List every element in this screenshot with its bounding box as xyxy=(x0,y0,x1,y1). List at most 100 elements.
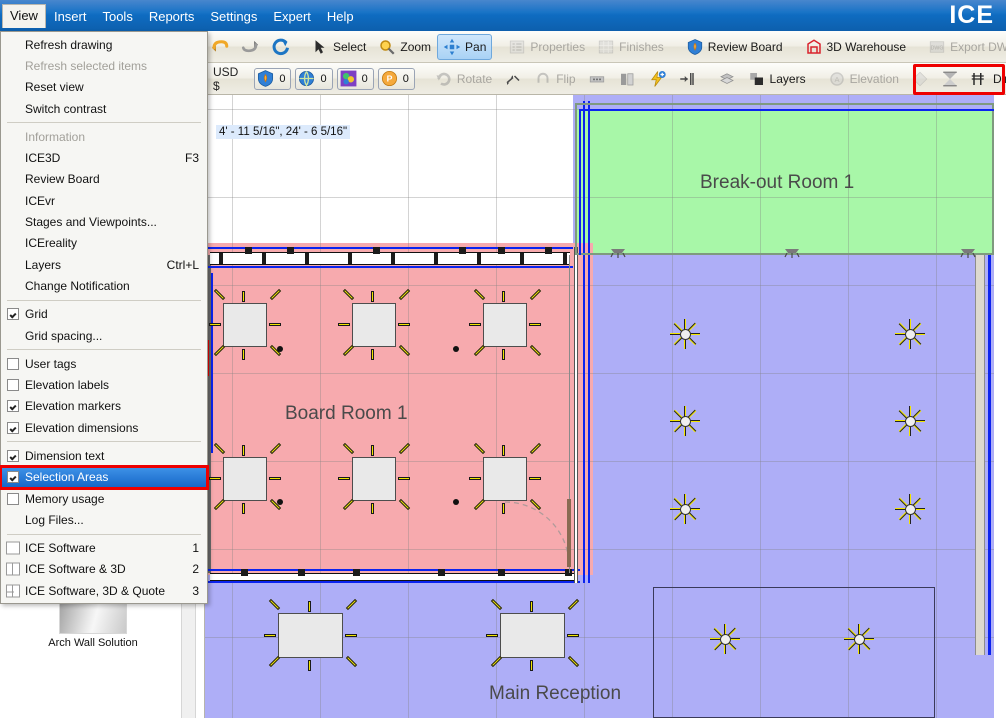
desk-accessory-marker xyxy=(209,477,221,480)
view-menu-item-log-files[interactable]: Log Files... xyxy=(1,509,207,530)
view-menu-item-refresh-drawing[interactable]: Refresh drawing xyxy=(1,34,207,55)
menu-view[interactable]: View xyxy=(2,4,46,28)
view-menu-item-refresh-selected-items: Refresh selected items xyxy=(1,55,207,76)
zoom-tool[interactable]: Zoom xyxy=(372,34,437,60)
view-menu-item-ice-software-3d-quote[interactable]: ICE Software, 3D & Quote 3 xyxy=(1,580,207,601)
dimension-icon xyxy=(971,70,989,88)
view-menu-item-grid-spacing[interactable]: Grid spacing... xyxy=(1,325,207,346)
desk-accessory-marker xyxy=(345,633,357,637)
elevation-marker[interactable] xyxy=(609,245,627,258)
desk-body xyxy=(352,457,396,501)
view-menu-item-ice-software-3d[interactable]: ICE Software & 3D 2 xyxy=(1,559,207,580)
layers-button[interactable]: Layers xyxy=(742,66,812,92)
power-counter[interactable]: P0 xyxy=(377,67,415,90)
shield-counter[interactable]: 0 xyxy=(254,67,292,90)
main-toolbar[interactable]: Select Zoom Pan Properties Finishes Review Bo… xyxy=(205,31,1006,63)
ceiling-light-symbol[interactable] xyxy=(708,622,742,656)
desk-symbol[interactable] xyxy=(209,442,282,514)
view-menu-item-user-tags[interactable]: User tags xyxy=(1,353,207,374)
power-add-button[interactable] xyxy=(642,66,672,92)
elevation-marker[interactable] xyxy=(783,245,801,258)
counter-value: 0 xyxy=(320,72,327,85)
wall-mullion xyxy=(298,569,305,576)
dimension-button[interactable]: Dimension xyxy=(965,66,1006,92)
secondary-toolbar[interactable]: USD $000P0RotateFlipLayersAElevationDime… xyxy=(205,63,1006,95)
view-menu-item-elevation-labels[interactable]: Elevation labels xyxy=(1,374,207,395)
layers-grid-icon xyxy=(718,70,736,88)
menu-reports[interactable]: Reports xyxy=(141,5,203,28)
view-menu-item-change-notification[interactable]: Change Notification xyxy=(1,275,207,296)
menu-item-label: User tags xyxy=(25,356,77,371)
checkbox-icon xyxy=(7,421,19,434)
desk-symbol[interactable] xyxy=(469,442,542,514)
desk-accessory-marker xyxy=(469,323,481,326)
view-menu-item-memory-usage[interactable]: Memory usage xyxy=(1,488,207,509)
menu-separator xyxy=(7,299,201,301)
menu-settings[interactable]: Settings xyxy=(202,5,265,28)
desk-accessory-marker xyxy=(242,349,245,360)
view-menu-item-ice3d[interactable]: ICE3D F3 xyxy=(1,147,207,168)
mirror-button[interactable] xyxy=(498,66,528,92)
refresh-button[interactable] xyxy=(265,34,295,60)
menu-bar[interactable]: View Insert Tools Reports Settings Expert Help xyxy=(0,4,362,28)
swatch-grid-icon xyxy=(597,38,615,56)
palette-counter[interactable]: 0 xyxy=(336,67,374,90)
globe-counter[interactable]: 0 xyxy=(295,67,333,90)
rotate-button: Rotate xyxy=(429,66,498,92)
select-tool[interactable]: Select xyxy=(305,34,372,60)
ceiling-light-symbol[interactable] xyxy=(842,622,876,656)
menu-expert[interactable]: Expert xyxy=(265,5,319,28)
pan-tool[interactable]: Pan xyxy=(437,33,493,60)
desk-accessory-marker xyxy=(371,349,374,360)
align-button[interactable] xyxy=(582,66,612,92)
ceiling-light-symbol[interactable] xyxy=(893,404,927,438)
desk-accessory-marker xyxy=(502,503,505,514)
light-hub xyxy=(904,503,916,515)
desk-symbol[interactable] xyxy=(469,288,542,360)
menu-item-label: ICEvr xyxy=(25,193,55,208)
desk-accessory-marker xyxy=(502,291,505,302)
review-board-button[interactable]: Review Board xyxy=(680,34,789,60)
view-menu-item-dimension-text[interactable]: Dimension text xyxy=(1,445,207,466)
light-hub xyxy=(853,633,865,645)
view-menu-item-ice-software[interactable]: ICE Software 1 xyxy=(1,538,207,559)
view-menu-item-icereality[interactable]: ICEreality xyxy=(1,233,207,254)
view-menu-item-review-board[interactable]: Review Board xyxy=(1,169,207,190)
layers-stack-button[interactable] xyxy=(712,66,742,92)
desk-symbol[interactable] xyxy=(338,442,411,514)
view-menu-item-layers[interactable]: Layers Ctrl+L xyxy=(1,254,207,275)
view-menu-item-reset-view[interactable]: Reset view xyxy=(1,77,207,98)
menu-help[interactable]: Help xyxy=(319,5,362,28)
view-menu-item-selection-areas[interactable]: Selection Areas xyxy=(0,464,209,490)
warehouse-3d-button[interactable]: 3D Warehouse xyxy=(799,34,913,60)
ceiling-light-symbol[interactable] xyxy=(668,317,702,351)
redo-button[interactable] xyxy=(235,34,265,60)
nudge-button[interactable] xyxy=(672,66,702,92)
view-menu-item-elevation-dimensions[interactable]: Elevation dimensions xyxy=(1,417,207,438)
desk-symbol[interactable] xyxy=(209,288,282,360)
view-menu-item-stages-and-viewpoints[interactable]: Stages and Viewpoints... xyxy=(1,211,207,232)
application-window: ICE View Insert Tools Reports Settings Expert… xyxy=(0,0,1006,718)
distribute-button[interactable] xyxy=(612,66,642,92)
desk-symbol[interactable] xyxy=(264,598,358,671)
ceiling-light-symbol[interactable] xyxy=(668,492,702,526)
desk-accessory-marker xyxy=(242,503,245,514)
desk-symbol[interactable] xyxy=(486,598,580,671)
menu-tools[interactable]: Tools xyxy=(94,5,140,28)
menu-insert[interactable]: Insert xyxy=(46,5,95,28)
elevation-marker[interactable] xyxy=(959,245,977,258)
ceiling-light-symbol[interactable] xyxy=(893,492,927,526)
view-menu-item-elevation-markers[interactable]: Elevation markers xyxy=(1,396,207,417)
ceiling-light-symbol[interactable] xyxy=(893,317,927,351)
view-menu-dropdown[interactable]: Refresh drawing Refresh selected items Res… xyxy=(0,31,209,605)
drawing-canvas[interactable]: Break-out Room 1 Board Room 1 Main Recep… xyxy=(205,95,994,718)
wall-mullion xyxy=(353,569,360,576)
view-menu-item-switch-contrast[interactable]: Switch contrast xyxy=(1,98,207,119)
view-menu-item-grid[interactable]: Grid xyxy=(1,304,207,325)
desk-symbol[interactable] xyxy=(338,288,411,360)
desk-accessory-marker xyxy=(307,601,311,612)
section-button[interactable] xyxy=(935,66,965,92)
undo-button[interactable] xyxy=(205,34,235,60)
view-menu-item-icevr[interactable]: ICEvr xyxy=(1,190,207,211)
ceiling-light-symbol[interactable] xyxy=(668,404,702,438)
